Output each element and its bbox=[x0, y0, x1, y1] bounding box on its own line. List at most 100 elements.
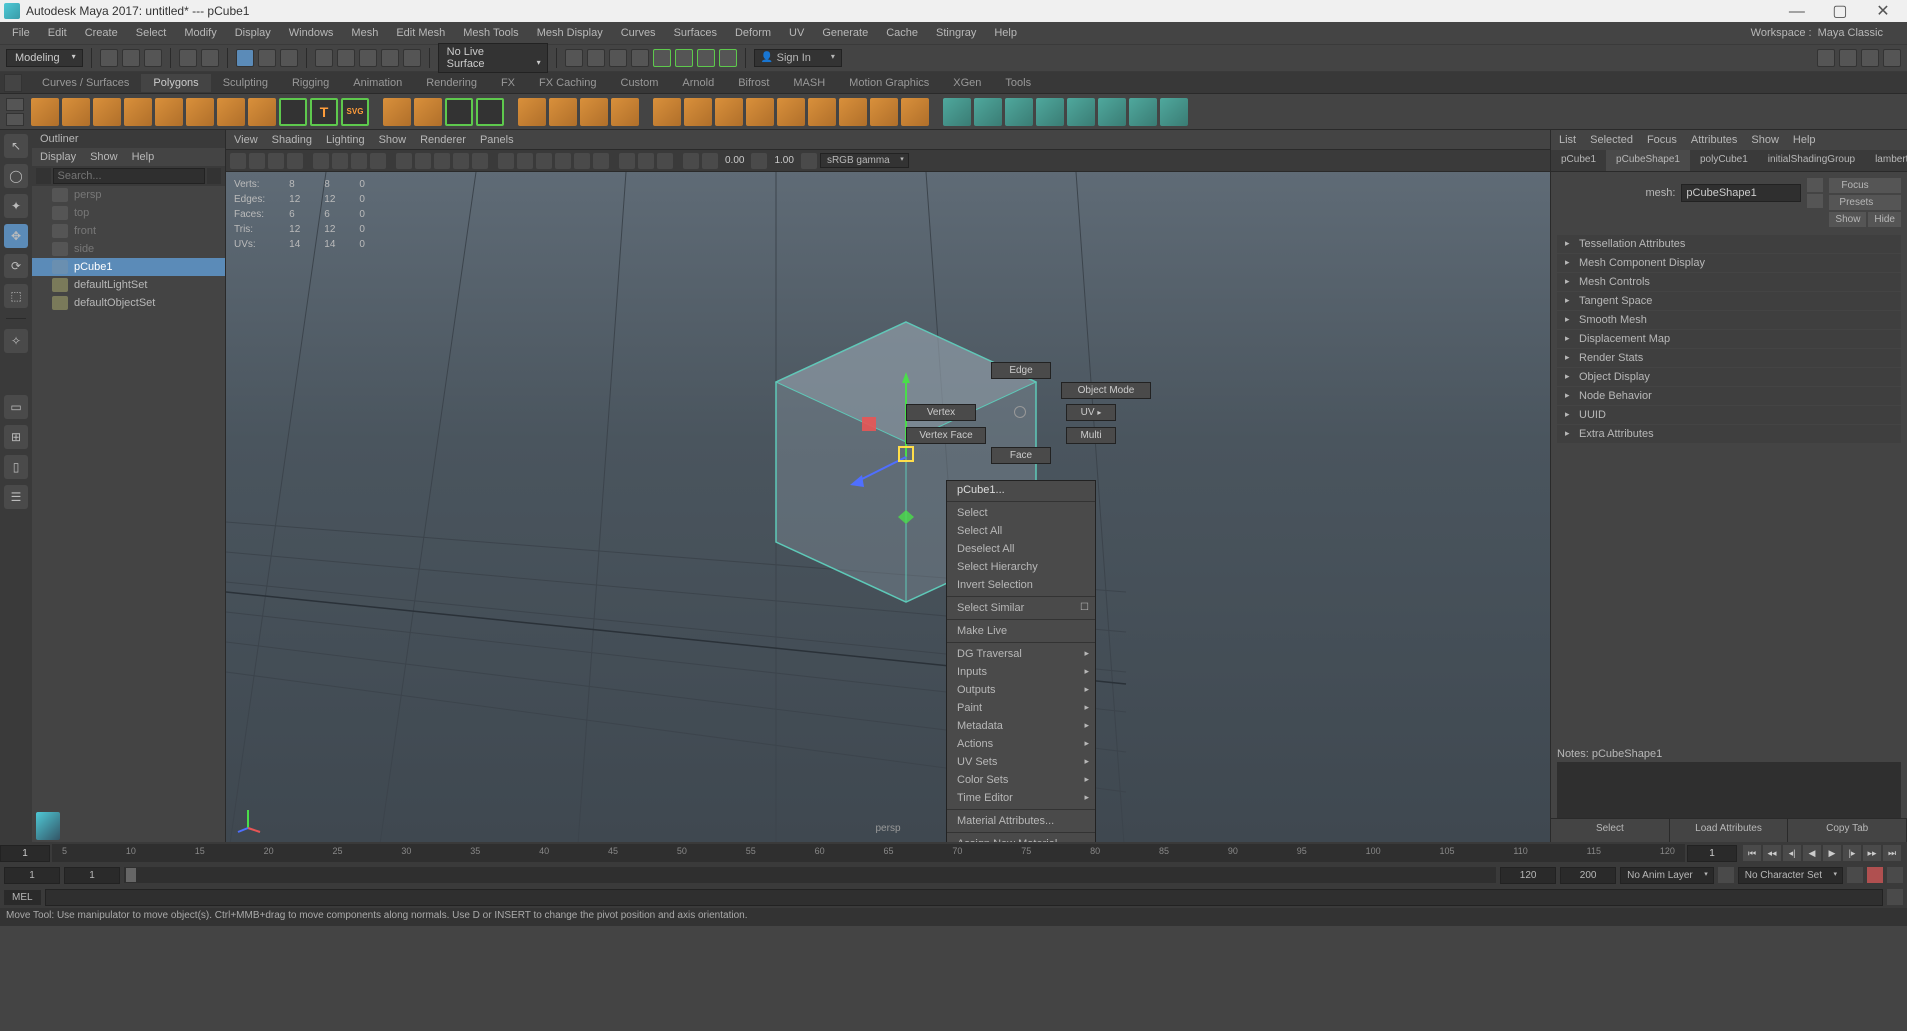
outliner-search-input[interactable] bbox=[53, 168, 205, 184]
outliner-menu-help[interactable]: Help bbox=[132, 151, 155, 163]
sculpt6-icon[interactable] bbox=[1098, 98, 1126, 126]
prev-key-icon[interactable]: ◂| bbox=[1783, 845, 1801, 861]
snap-curve-icon[interactable] bbox=[337, 49, 355, 67]
snap-point-icon[interactable] bbox=[359, 49, 377, 67]
attr-menu-attributes[interactable]: Attributes bbox=[1691, 134, 1737, 146]
menu-set-dropdown[interactable]: Modeling bbox=[6, 49, 83, 67]
menu-mesh[interactable]: Mesh bbox=[343, 25, 386, 41]
menu-select[interactable]: Select bbox=[128, 25, 175, 41]
context-metadata[interactable]: Metadata bbox=[947, 717, 1095, 735]
sculpt7-icon[interactable] bbox=[1129, 98, 1157, 126]
toggle-tool-settings-icon[interactable] bbox=[1839, 49, 1857, 67]
lasso-tool[interactable]: ◯ bbox=[4, 164, 28, 188]
vp-menu-view[interactable]: View bbox=[234, 134, 258, 146]
vp-textured-icon[interactable] bbox=[434, 153, 450, 169]
attr-menu-show[interactable]: Show bbox=[1751, 134, 1779, 146]
rotate-tool[interactable]: ⟳ bbox=[4, 254, 28, 278]
snap-grid-icon[interactable] bbox=[315, 49, 333, 67]
lasso-icon[interactable] bbox=[258, 49, 276, 67]
context-material-attributes-[interactable]: Material Attributes... bbox=[947, 812, 1095, 830]
anim-layer-dropdown[interactable]: No Anim Layer bbox=[1620, 867, 1714, 884]
attr-section-smooth-mesh[interactable]: Smooth Mesh bbox=[1557, 311, 1901, 329]
vp-image-plane-icon[interactable] bbox=[268, 153, 284, 169]
attr-section-mesh-controls[interactable]: Mesh Controls bbox=[1557, 273, 1901, 291]
sculpt8-icon[interactable] bbox=[1160, 98, 1188, 126]
shelf-handle[interactable] bbox=[6, 98, 24, 126]
construction-history-icon[interactable] bbox=[565, 49, 583, 67]
vp-expose-lock-icon[interactable] bbox=[683, 153, 699, 169]
attr-select-button[interactable]: Select bbox=[1551, 819, 1670, 842]
shelf-tab-custom[interactable]: Custom bbox=[609, 74, 671, 92]
shelf-tab-xgen[interactable]: XGen bbox=[941, 74, 993, 92]
workspace-value[interactable]: Maya Classic bbox=[1818, 27, 1903, 39]
vp-isolate-icon[interactable] bbox=[498, 153, 514, 169]
current-frame[interactable]: 1 bbox=[1687, 845, 1737, 862]
vp-menu-lighting[interactable]: Lighting bbox=[326, 134, 365, 146]
shelf-tab-motion-graphics[interactable]: Motion Graphics bbox=[837, 74, 941, 92]
mel-label[interactable]: MEL bbox=[4, 890, 41, 905]
minimize-button[interactable]: — bbox=[1777, 3, 1817, 21]
vp-gate-mask-icon[interactable] bbox=[370, 153, 386, 169]
char-set-icon[interactable] bbox=[1847, 867, 1863, 883]
vp-dof-icon[interactable] bbox=[619, 153, 635, 169]
vp-menu-renderer[interactable]: Renderer bbox=[420, 134, 466, 146]
subdivide-icon[interactable] bbox=[684, 98, 712, 126]
vp-shaded-icon[interactable] bbox=[415, 153, 431, 169]
vp-menu-panels[interactable]: Panels bbox=[480, 134, 514, 146]
last-tool[interactable]: ✧ bbox=[4, 329, 28, 353]
shelf-tab-polygons[interactable]: Polygons bbox=[141, 74, 210, 92]
script-editor-icon[interactable] bbox=[1887, 889, 1903, 905]
range-slider-track[interactable] bbox=[124, 867, 1496, 883]
character-set-dropdown[interactable]: No Character Set bbox=[1738, 867, 1843, 884]
smooth-icon[interactable] bbox=[611, 98, 639, 126]
sculpt3-icon[interactable] bbox=[1005, 98, 1033, 126]
attr-tab-initialShadingGroup[interactable]: initialShadingGroup bbox=[1758, 150, 1865, 171]
vp-camera-icon[interactable] bbox=[230, 153, 246, 169]
play-fwd-icon[interactable]: ▶ bbox=[1823, 845, 1841, 861]
next-key-icon[interactable]: |▸ bbox=[1843, 845, 1861, 861]
multicut-icon[interactable] bbox=[777, 98, 805, 126]
panel-layout2-icon[interactable] bbox=[675, 49, 693, 67]
menu-mesh-display[interactable]: Mesh Display bbox=[529, 25, 611, 41]
vp-far-icon[interactable] bbox=[751, 153, 767, 169]
attr-section-displacement-map[interactable]: Displacement Map bbox=[1557, 330, 1901, 348]
redo-icon[interactable] bbox=[201, 49, 219, 67]
prefs-icon[interactable] bbox=[1887, 867, 1903, 883]
attr-section-uuid[interactable]: UUID bbox=[1557, 406, 1901, 424]
vp-menu-shading[interactable]: Shading bbox=[272, 134, 312, 146]
scale-tool[interactable]: ⬚ bbox=[4, 284, 28, 308]
context-invert-selection[interactable]: Invert Selection bbox=[947, 576, 1095, 594]
vp-lights-icon[interactable] bbox=[453, 153, 469, 169]
menu-curves[interactable]: Curves bbox=[613, 25, 664, 41]
attr-section-tessellation-attributes[interactable]: Tessellation Attributes bbox=[1557, 235, 1901, 253]
autokey-icon[interactable] bbox=[1867, 867, 1883, 883]
mm-uv[interactable]: UV ▸ bbox=[1066, 404, 1116, 421]
menu-edit[interactable]: Edit bbox=[40, 25, 75, 41]
save-scene-icon[interactable] bbox=[144, 49, 162, 67]
range-start-outer[interactable]: 1 bbox=[4, 867, 60, 884]
sculpt5-icon[interactable] bbox=[1067, 98, 1095, 126]
mm-face[interactable]: Face bbox=[991, 447, 1051, 464]
menu-modify[interactable]: Modify bbox=[176, 25, 224, 41]
focus-in-icon[interactable] bbox=[1807, 178, 1823, 192]
vp-ao-icon[interactable] bbox=[555, 153, 571, 169]
select-mode-icon[interactable] bbox=[236, 49, 254, 67]
attr-section-extra-attributes[interactable]: Extra Attributes bbox=[1557, 425, 1901, 443]
vp-aa-icon[interactable] bbox=[593, 153, 609, 169]
outliner-item-persp[interactable]: persp bbox=[32, 186, 225, 204]
shelf-tab-bifrost[interactable]: Bifrost bbox=[726, 74, 781, 92]
vp-near-icon[interactable] bbox=[702, 153, 718, 169]
context-paint[interactable]: Paint bbox=[947, 699, 1095, 717]
live-surface-dropdown[interactable]: No Live Surface bbox=[438, 43, 548, 73]
bevel-icon[interactable] bbox=[808, 98, 836, 126]
outliner-menu-show[interactable]: Show bbox=[90, 151, 118, 163]
poly-pyramid-icon[interactable] bbox=[248, 98, 276, 126]
outliner-item-pCube1[interactable]: pCube1 bbox=[32, 258, 225, 276]
menu-windows[interactable]: Windows bbox=[281, 25, 342, 41]
snap-live-icon[interactable] bbox=[403, 49, 421, 67]
context-outputs[interactable]: Outputs bbox=[947, 681, 1095, 699]
poly-pipe-icon[interactable] bbox=[279, 98, 307, 126]
vp-exposure-icon[interactable] bbox=[638, 153, 654, 169]
move-tool[interactable]: ✥ bbox=[4, 224, 28, 248]
attr-section-node-behavior[interactable]: Node Behavior bbox=[1557, 387, 1901, 405]
